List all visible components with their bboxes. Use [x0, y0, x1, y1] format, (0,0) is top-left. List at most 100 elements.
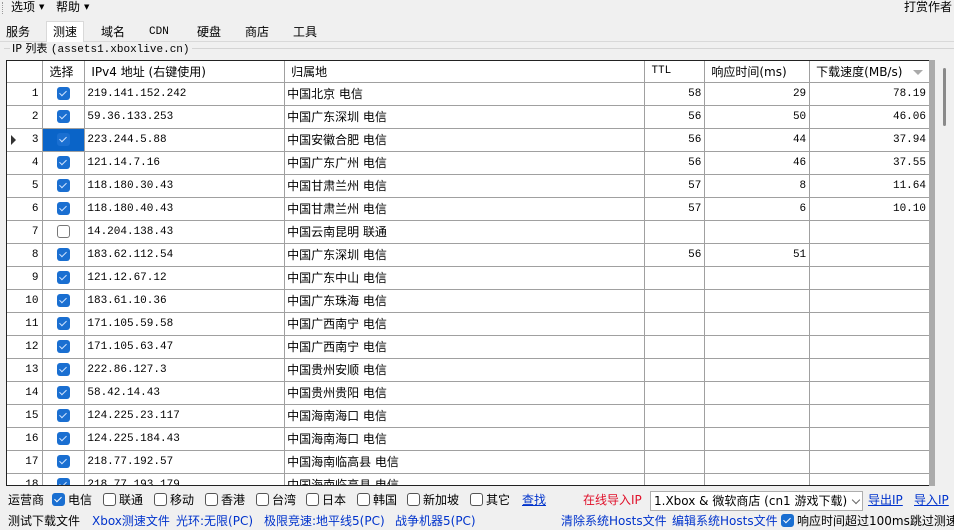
row-checkbox[interactable]: [57, 87, 71, 101]
table-row[interactable]: 17 218.77.192.57 中国海南临高县 电信: [7, 450, 930, 474]
row-checkbox[interactable]: [57, 386, 71, 400]
import-ip-link[interactable]: 导入IP: [914, 491, 949, 509]
table-row[interactable]: 10 183.61.10.36 中国广东珠海 电信: [7, 289, 930, 313]
col-header-location[interactable]: 归属地: [284, 61, 646, 83]
row-select-cell[interactable]: [42, 427, 86, 451]
row-checkbox[interactable]: [57, 271, 71, 285]
filter-singapore[interactable]: 新加坡: [407, 491, 459, 509]
skip-slow-option[interactable]: 响应时间超过100ms跳过测速: [781, 512, 954, 530]
row-checkbox[interactable]: [57, 317, 71, 331]
row-select-cell[interactable]: [42, 197, 86, 221]
row-select-cell[interactable]: [42, 128, 86, 152]
col-header-select[interactable]: 选择: [42, 61, 86, 83]
row-checkbox[interactable]: [57, 133, 71, 147]
table-row[interactable]: 6 118.180.40.43 中国甘肃兰州 电信 57 6 10.10: [7, 197, 930, 221]
row-select-cell[interactable]: [42, 266, 86, 290]
col-header-download-speed[interactable]: 下载速度(MB/s): [809, 61, 930, 83]
filter-telecom[interactable]: 电信: [52, 491, 92, 509]
export-ip-link[interactable]: 导出IP: [868, 491, 903, 509]
row-select-cell[interactable]: [42, 289, 86, 313]
row-checkbox[interactable]: [57, 202, 71, 216]
forza-horizon5-link[interactable]: 极限竞速:地平线5(PC): [264, 512, 385, 530]
vertical-scrollbar[interactable]: [936, 60, 954, 486]
row-select-cell[interactable]: [42, 404, 86, 428]
table-row[interactable]: 14 58.42.14.43 中国贵州贵阳 电信: [7, 381, 930, 405]
menu-options[interactable]: 选项 ▼: [11, 0, 44, 15]
row-select-cell[interactable]: [42, 243, 86, 267]
checkbox-hongkong[interactable]: [205, 493, 218, 506]
row-checkbox[interactable]: [57, 432, 71, 446]
tab-tools[interactable]: 工具: [287, 23, 323, 42]
row-checkbox[interactable]: [57, 110, 71, 124]
checkbox-unicom[interactable]: [103, 493, 116, 506]
row-select-cell[interactable]: [42, 450, 86, 474]
filter-japan[interactable]: 日本: [306, 491, 346, 509]
tab-service[interactable]: 服务: [0, 23, 36, 42]
row-select-cell[interactable]: [42, 473, 86, 485]
checkbox-singapore[interactable]: [407, 493, 420, 506]
filter-mobile[interactable]: 移动: [154, 491, 194, 509]
filter-taiwan[interactable]: 台湾: [256, 491, 296, 509]
row-select-cell[interactable]: [42, 151, 86, 175]
scrollbar-thumb[interactable]: [943, 68, 946, 126]
row-select-cell[interactable]: [42, 312, 86, 336]
row-checkbox[interactable]: [57, 179, 71, 193]
row-checkbox[interactable]: [57, 225, 71, 239]
row-select-cell[interactable]: [42, 358, 86, 382]
toolbar-grip[interactable]: [2, 2, 4, 14]
filter-korea[interactable]: 韩国: [357, 491, 397, 509]
row-select-cell[interactable]: [42, 220, 86, 244]
table-row[interactable]: 1 219.141.152.242 中国北京 电信 58 29 78.19: [7, 82, 930, 106]
checkbox-korea[interactable]: [357, 493, 370, 506]
table-row[interactable]: 13 222.86.127.3 中国贵州安顺 电信: [7, 358, 930, 382]
gears5-link[interactable]: 战争机器5(PC): [395, 512, 476, 530]
table-row[interactable]: 7 14.204.138.43 中国云南昆明 联通: [7, 220, 930, 244]
row-checkbox[interactable]: [57, 156, 71, 170]
table-row[interactable]: 11 171.105.59.58 中国广西南宁 电信: [7, 312, 930, 336]
edit-hosts-link[interactable]: 编辑系统Hosts文件: [672, 512, 778, 530]
row-checkbox[interactable]: [57, 340, 71, 354]
checkbox-mobile[interactable]: [154, 493, 167, 506]
row-checkbox[interactable]: [57, 294, 71, 308]
table-row[interactable]: 9 121.12.67.12 中国广东中山 电信: [7, 266, 930, 290]
tab-cdn[interactable]: CDN: [143, 23, 175, 42]
row-select-cell[interactable]: [42, 82, 86, 106]
find-link[interactable]: 查找: [522, 491, 546, 509]
xbox-test-file-link[interactable]: Xbox测速文件: [92, 512, 170, 530]
tab-store[interactable]: 商店: [239, 23, 275, 42]
checkbox-japan[interactable]: [306, 493, 319, 506]
table-row[interactable]: 5 118.180.30.43 中国甘肃兰州 电信 57 8 11.64: [7, 174, 930, 198]
online-import-ip-link[interactable]: 在线导入IP: [583, 491, 642, 509]
table-row[interactable]: 15 124.225.23.117 中国海南海口 电信: [7, 404, 930, 428]
table-row[interactable]: 12 171.105.63.47 中国广西南宁 电信: [7, 335, 930, 359]
table-row[interactable]: 16 124.225.184.43 中国海南海口 电信: [7, 427, 930, 451]
tab-speedtest[interactable]: 测速: [46, 21, 85, 43]
table-row[interactable]: 2 59.36.133.253 中国广东深圳 电信 56 50 46.06: [7, 105, 930, 129]
table-row[interactable]: 18 218.77.193.179 中国海南临高县 电信: [7, 473, 930, 485]
checkbox-taiwan[interactable]: [256, 493, 269, 506]
menu-help[interactable]: 帮助 ▼: [56, 0, 89, 15]
row-checkbox[interactable]: [57, 363, 71, 377]
halo-infinite-link[interactable]: 光环:无限(PC): [176, 512, 253, 530]
table-row[interactable]: 3 223.244.5.88 中国安徽合肥 电信 56 44 37.94: [7, 128, 930, 152]
checkbox-skip-slow[interactable]: [781, 514, 794, 527]
col-header-ip[interactable]: IPv4 地址 (右键使用): [84, 61, 286, 83]
row-checkbox[interactable]: [57, 248, 71, 262]
row-checkbox[interactable]: [57, 455, 71, 469]
reward-author-link[interactable]: 打赏作者: [904, 0, 952, 14]
col-header-ttl[interactable]: TTL: [644, 61, 706, 83]
row-checkbox[interactable]: [57, 409, 71, 423]
table-row[interactable]: 4 121.14.7.16 中国广东广州 电信 56 46 37.55: [7, 151, 930, 175]
checkbox-telecom[interactable]: [52, 493, 65, 506]
clear-hosts-link[interactable]: 清除系统Hosts文件: [561, 512, 667, 530]
filter-unicom[interactable]: 联通: [103, 491, 143, 509]
filter-hongkong[interactable]: 香港: [205, 491, 245, 509]
row-select-cell[interactable]: [42, 381, 86, 405]
row-checkbox[interactable]: [57, 478, 71, 485]
ip-grid[interactable]: 选择 IPv4 地址 (右键使用) 归属地 TTL 响应时间(ms) 下载速度(…: [6, 60, 931, 486]
checkbox-other[interactable]: [470, 493, 483, 506]
filter-other[interactable]: 其它: [470, 491, 510, 509]
row-select-cell[interactable]: [42, 174, 86, 198]
tab-domain[interactable]: 域名: [95, 23, 131, 42]
tab-disk[interactable]: 硬盘: [191, 23, 227, 42]
